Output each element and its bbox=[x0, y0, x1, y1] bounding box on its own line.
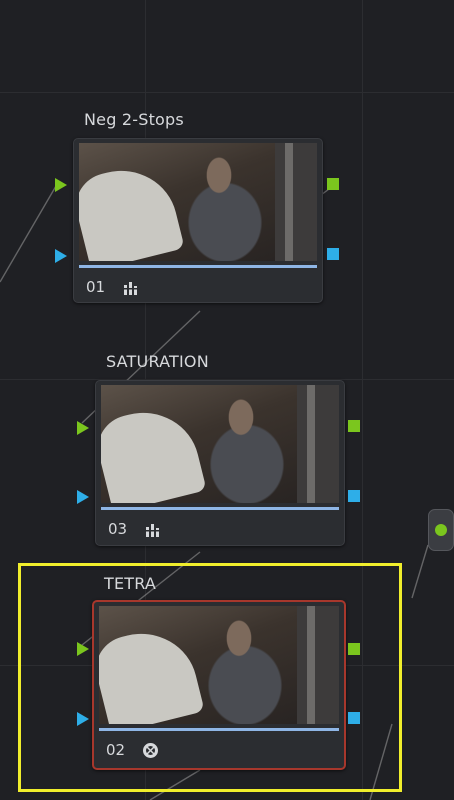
node-number: 03 bbox=[108, 520, 128, 538]
node-thumbnail bbox=[79, 143, 317, 261]
bars-icon bbox=[123, 282, 138, 295]
rgb-input-port[interactable] bbox=[55, 178, 67, 192]
color-node[interactable]: 03 bbox=[95, 380, 345, 546]
node-number: 01 bbox=[86, 278, 106, 296]
alpha-input-port[interactable] bbox=[77, 712, 89, 726]
alpha-output-port[interactable] bbox=[327, 248, 339, 260]
rgb-output-port[interactable] bbox=[327, 178, 339, 190]
node-progress-bar bbox=[99, 728, 339, 731]
node-number: 02 bbox=[106, 741, 126, 759]
color-node[interactable]: 01 bbox=[73, 138, 323, 303]
node-title: SATURATION bbox=[106, 352, 209, 371]
node-title: Neg 2-Stops bbox=[84, 110, 184, 129]
connection-line bbox=[411, 544, 429, 599]
node-thumbnail bbox=[101, 385, 339, 503]
rgb-input-port[interactable] bbox=[77, 642, 89, 656]
node-progress-bar bbox=[79, 265, 317, 268]
output-dot-icon bbox=[435, 524, 447, 536]
rgb-output-port[interactable] bbox=[348, 643, 360, 655]
selected-color-node[interactable]: 02 bbox=[92, 600, 346, 770]
rgb-output-port[interactable] bbox=[348, 420, 360, 432]
node-progress-bar bbox=[101, 507, 339, 510]
rgb-input-port[interactable] bbox=[77, 421, 89, 435]
node-title: TETRA bbox=[104, 574, 157, 593]
node-thumbnail bbox=[99, 606, 339, 724]
alpha-input-port[interactable] bbox=[77, 490, 89, 504]
bars-icon bbox=[145, 524, 160, 537]
alpha-output-port[interactable] bbox=[348, 490, 360, 502]
scope-icon bbox=[143, 743, 158, 758]
alpha-output-port[interactable] bbox=[348, 712, 360, 724]
output-node[interactable] bbox=[428, 509, 454, 551]
alpha-input-port[interactable] bbox=[55, 249, 67, 263]
connection-line bbox=[0, 185, 57, 283]
